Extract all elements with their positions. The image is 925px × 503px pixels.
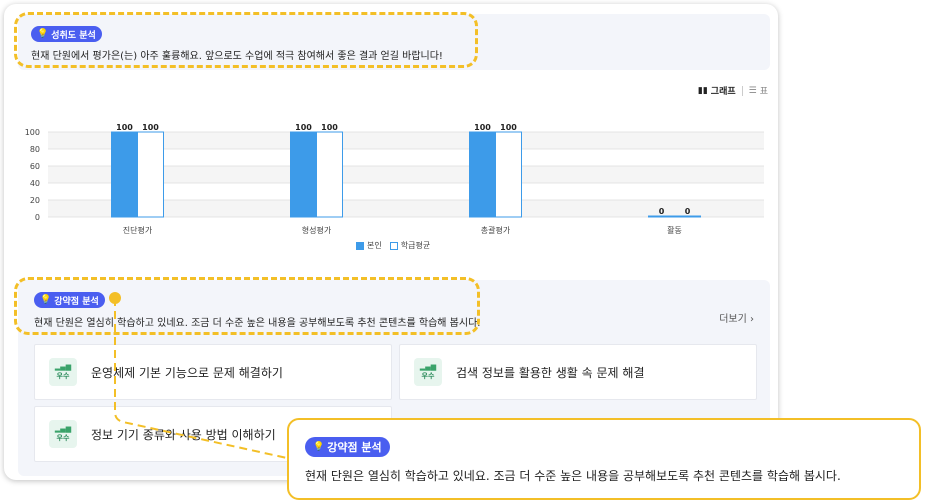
- x-tick-label: 진단평가: [123, 225, 153, 235]
- y-tick-label: 40: [30, 179, 40, 188]
- callout-badge-label: 강약점 분석: [327, 441, 382, 454]
- achievement-panel: 💡 성취도 분석 현재 단원에서 평가은(는) 아주 훌륭해요. 앞으로도 수업…: [18, 14, 770, 70]
- data-label: 100: [116, 123, 133, 132]
- bar-class-average: [495, 131, 522, 218]
- x-tick-label: 형성평가: [302, 225, 332, 235]
- stage: 💡 성취도 분석 현재 단원에서 평가은(는) 아주 훌륭해요. 앞으로도 수업…: [0, 0, 925, 503]
- graph-view-label: 그래프: [710, 87, 736, 97]
- bar-self: [648, 215, 675, 218]
- data-label: 100: [321, 123, 338, 132]
- data-label: 0: [685, 207, 691, 216]
- legend-item-self: 본인: [356, 240, 382, 251]
- y-tick-label: 0: [35, 213, 40, 222]
- x-tick-label: 활동: [667, 225, 682, 235]
- lightbulb-icon: 💡: [40, 295, 52, 305]
- more-link[interactable]: 더보기 ›: [719, 310, 754, 325]
- achievement-badge: 💡 성취도 분석: [31, 26, 102, 42]
- signal-bars-icon: ▂▄▆: [419, 362, 437, 371]
- grade-label: 우수: [56, 371, 70, 380]
- list-icon: ☰: [748, 85, 757, 96]
- y-tick-label: 60: [30, 162, 40, 171]
- grade-badge: ▂▄▆ 우수: [49, 358, 77, 386]
- callout-message: 현재 단원은 열심히 학습하고 있네요. 조금 더 수준 높은 내용을 공부해보…: [305, 469, 841, 483]
- content-title: 운영체제 기본 기능으로 문제 해결하기: [91, 365, 283, 380]
- legend-label-self: 본인: [367, 241, 382, 250]
- more-link-label: 더보기: [719, 314, 747, 325]
- content-title: 정보 기기 종류와 사용 방법 이해하기: [91, 427, 276, 442]
- chevron-right-icon: ›: [750, 314, 754, 325]
- content-title: 검색 정보를 활용한 생활 속 문제 해결: [456, 365, 645, 380]
- table-view-button[interactable]: ☰ 표: [748, 84, 768, 98]
- bar-self: [290, 131, 317, 218]
- score-chart-svg: 0 20 40 60 80 100 100 100 진단평가 100 100 형성평가 100 100 총괄…: [25, 123, 764, 235]
- legend-label-class-average: 학급평균: [400, 241, 431, 250]
- bar-self: [111, 131, 138, 218]
- data-label: 100: [142, 123, 159, 132]
- bar-class-average: [316, 131, 343, 218]
- lightbulb-icon: 💡: [313, 442, 325, 452]
- weakness-badge: 💡 강약점 분석: [34, 292, 105, 308]
- y-tick-label: 20: [30, 196, 40, 205]
- data-label: 100: [474, 123, 491, 132]
- bar-self: [469, 131, 496, 218]
- bar-class-average: [137, 131, 164, 218]
- content-card[interactable]: ▂▄▆ 우수 운영체제 기본 기능으로 문제 해결하기: [34, 344, 392, 400]
- toggle-divider: [741, 85, 743, 96]
- callout-badge: 💡 강약점 분석: [305, 437, 390, 457]
- grade-label: 우수: [56, 433, 70, 442]
- data-label: 100: [500, 123, 517, 132]
- signal-bars-icon: ▂▄▆: [54, 362, 72, 371]
- weakness-badge-label: 강약점 분석: [54, 296, 99, 307]
- y-tick-label: 80: [30, 145, 40, 154]
- grade-label: 우수: [421, 371, 435, 380]
- weakness-message: 현재 단원은 열심히 학습하고 있네요. 조금 더 수준 높은 내용을 공부해보…: [34, 318, 481, 329]
- bar-chart-icon: ▮▮: [697, 85, 708, 96]
- data-label: 0: [659, 207, 665, 216]
- legend-swatch-self: [356, 241, 364, 250]
- lightbulb-icon: 💡: [37, 29, 49, 39]
- grade-badge: ▂▄▆ 우수: [414, 358, 442, 386]
- achievement-message: 현재 단원에서 평가은(는) 아주 훌륭해요. 앞으로도 수업에 적극 참여해서…: [31, 51, 443, 62]
- content-card[interactable]: ▂▄▆ 우수 검색 정보를 활용한 생활 속 문제 해결: [399, 344, 757, 400]
- table-view-label: 표: [759, 87, 768, 97]
- legend-swatch-class-average: [389, 241, 398, 250]
- weakness-callout: 💡 강약점 분석 현재 단원은 열심히 학습하고 있네요. 조금 더 수준 높은…: [287, 418, 921, 500]
- y-tick-label: 100: [25, 128, 40, 137]
- chart-legend: 본인 학급평균: [356, 240, 430, 251]
- legend-item-class-average: 학급평균: [389, 240, 431, 251]
- grade-badge: ▂▄▆ 우수: [49, 420, 77, 448]
- view-toggle: ▮▮ 그래프 ☰ 표: [698, 84, 768, 97]
- report-card: 💡 성취도 분석 현재 단원에서 평가은(는) 아주 훌륭해요. 앞으로도 수업…: [4, 4, 778, 480]
- graph-view-button[interactable]: ▮▮ 그래프: [697, 84, 736, 98]
- signal-bars-icon: ▂▄▆: [54, 424, 72, 433]
- achievement-badge-label: 성취도 분석: [51, 30, 96, 41]
- x-tick-label: 총괄평가: [481, 225, 511, 235]
- bar-class-average: [674, 215, 701, 218]
- data-label: 100: [295, 123, 312, 132]
